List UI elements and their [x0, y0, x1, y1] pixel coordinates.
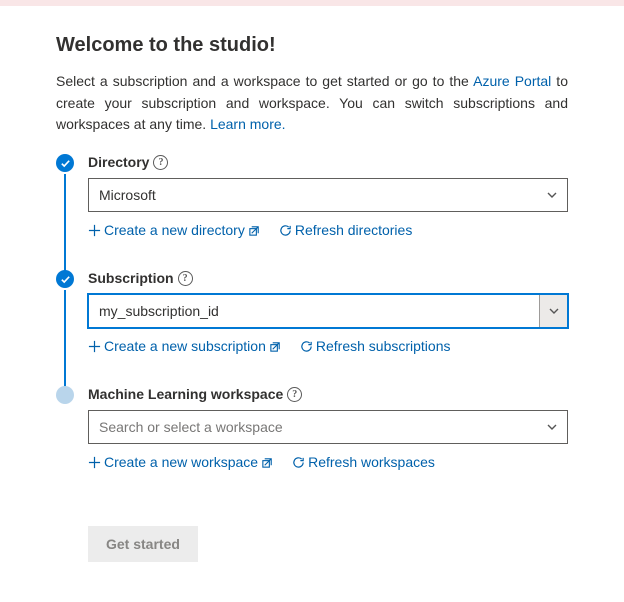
step-workspace: Machine Learning workspace ? Search or s… [88, 386, 568, 482]
refresh-subscriptions-link[interactable]: Refresh subscriptions [300, 338, 451, 354]
directory-label: Directory ? [88, 154, 568, 170]
steps-list: Directory ? Microsoft Create a new direc… [56, 154, 568, 482]
checkmark-icon [60, 158, 71, 169]
step-connector [64, 174, 66, 272]
create-directory-link[interactable]: Create a new directory [88, 222, 261, 238]
workspace-label-text: Machine Learning workspace [88, 386, 283, 402]
page-title: Welcome to the studio! [56, 34, 568, 57]
checkmark-icon [60, 274, 71, 285]
step-connector [64, 290, 66, 388]
workspace-label: Machine Learning workspace ? [88, 386, 568, 402]
create-workspace-link[interactable]: Create a new workspace [88, 454, 274, 470]
learn-more-link[interactable]: Learn more. [210, 116, 285, 132]
directory-select-value: Microsoft [99, 187, 156, 203]
directory-select[interactable]: Microsoft [88, 178, 568, 212]
create-workspace-text: Create a new workspace [104, 454, 258, 470]
refresh-directories-link[interactable]: Refresh directories [279, 222, 413, 238]
dialog-content: Welcome to the studio! Select a subscrip… [0, 6, 624, 602]
external-link-icon [269, 340, 282, 353]
azure-portal-link[interactable]: Azure Portal [473, 73, 551, 89]
get-started-button[interactable]: Get started [88, 526, 198, 562]
step-marker-subscription [56, 270, 74, 288]
create-directory-text: Create a new directory [104, 222, 245, 238]
subscription-label-text: Subscription [88, 270, 174, 286]
step-marker-directory [56, 154, 74, 172]
subscription-label: Subscription ? [88, 270, 568, 286]
chevron-down-icon [537, 411, 567, 443]
refresh-workspaces-text: Refresh workspaces [308, 454, 435, 470]
external-link-icon [261, 456, 274, 469]
step-marker-workspace [56, 386, 74, 404]
chevron-down-icon [537, 179, 567, 211]
intro-prefix: Select a subscription and a workspace to… [56, 73, 473, 89]
create-subscription-link[interactable]: Create a new subscription [88, 338, 282, 354]
subscription-select-value: my_subscription_id [99, 303, 219, 319]
chevron-down-icon [539, 295, 567, 327]
refresh-icon [292, 456, 305, 469]
help-icon[interactable]: ? [178, 271, 193, 286]
help-icon[interactable]: ? [287, 387, 302, 402]
step-subscription: Subscription ? my_subscription_id Create… [88, 270, 568, 386]
step-directory: Directory ? Microsoft Create a new direc… [88, 154, 568, 270]
plus-icon [88, 340, 101, 353]
refresh-subscriptions-text: Refresh subscriptions [316, 338, 451, 354]
workspace-select-placeholder: Search or select a workspace [99, 419, 283, 435]
refresh-icon [300, 340, 313, 353]
subscription-actions: Create a new subscription Refresh subscr… [88, 338, 568, 354]
intro-text: Select a subscription and a workspace to… [56, 71, 568, 136]
refresh-workspaces-link[interactable]: Refresh workspaces [292, 454, 435, 470]
workspace-select[interactable]: Search or select a workspace [88, 410, 568, 444]
workspace-actions: Create a new workspace Refresh workspace… [88, 454, 568, 470]
directory-label-text: Directory [88, 154, 149, 170]
create-subscription-text: Create a new subscription [104, 338, 266, 354]
subscription-select[interactable]: my_subscription_id [88, 294, 568, 328]
refresh-directories-text: Refresh directories [295, 222, 413, 238]
refresh-icon [279, 224, 292, 237]
help-icon[interactable]: ? [153, 155, 168, 170]
directory-actions: Create a new directory Refresh directori… [88, 222, 568, 238]
plus-icon [88, 224, 101, 237]
plus-icon [88, 456, 101, 469]
external-link-icon [248, 224, 261, 237]
